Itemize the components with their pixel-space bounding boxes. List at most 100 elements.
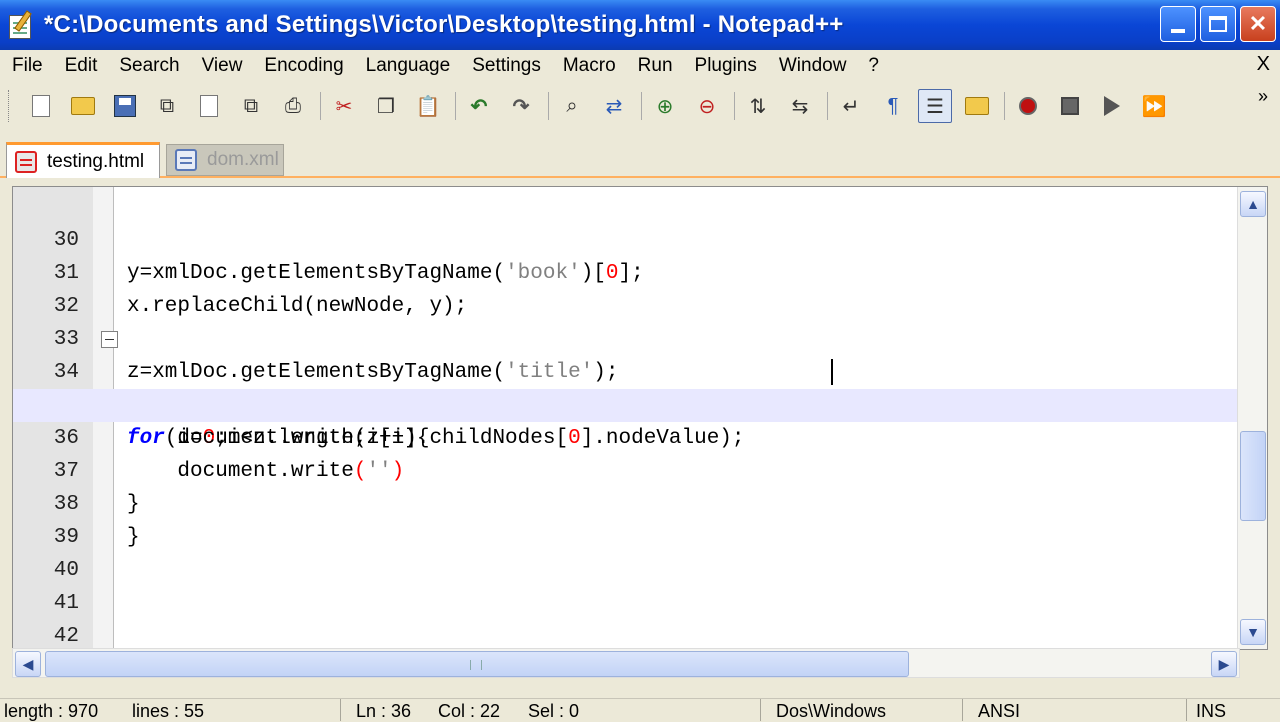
word-wrap-icon: ↵ (842, 95, 860, 118)
scroll-left-button[interactable]: ◀ (15, 651, 41, 677)
code-line[interactable]: 40 (13, 521, 1237, 582)
chevron-up-icon: ▲ (1246, 196, 1260, 212)
show-all-characters-button[interactable]: ¶ (876, 89, 910, 123)
code-line[interactable]: 30 y=xmlDoc.getElementsByTagName('book')… (13, 191, 1237, 285)
code-line[interactable]: 35 document.write(z[i].childNodes[0].nod… (13, 356, 1237, 450)
current-code-line[interactable]: 36 document.write('') (13, 389, 1237, 483)
menu-macro[interactable]: Macro (551, 55, 626, 77)
toolbar-overflow-button[interactable]: » (1258, 86, 1268, 107)
code-line[interactable]: 41 (13, 554, 1237, 615)
title-bar[interactable]: *C:\Documents and Settings\Victor\Deskto… (0, 0, 1280, 50)
record-icon (1019, 97, 1037, 115)
print-icon: ⎙ (285, 94, 301, 117)
code-line[interactable]: 43 (13, 620, 1237, 649)
menu-search[interactable]: Search (107, 55, 189, 77)
sync-horizontal-button[interactable]: ⇆ (783, 89, 817, 123)
toolbar-grip[interactable] (8, 90, 12, 122)
vertical-scrollbar[interactable]: ▲ ▼ (1237, 187, 1267, 649)
horizontal-scrollbar[interactable]: ◀ ▶ (12, 648, 1240, 678)
user-defined-dialog-button[interactable] (960, 89, 994, 123)
close-button[interactable] (192, 89, 226, 123)
tab-dom-xml[interactable]: dom.xml (166, 144, 284, 176)
code-line[interactable]: 39 (13, 488, 1237, 549)
code-line[interactable]: 32 (13, 257, 1237, 318)
indent-guide-icon: ☰ (926, 95, 944, 118)
menu-file[interactable]: File (0, 55, 53, 77)
close-window-button[interactable]: ✕ (1240, 6, 1276, 42)
sync-vertical-icon: ⇅ (749, 95, 767, 118)
menu-help[interactable]: ? (856, 55, 889, 77)
undo-button[interactable]: ↶ (462, 89, 496, 123)
new-file-button[interactable] (24, 89, 58, 123)
minimize-button[interactable] (1160, 6, 1196, 42)
code-editor[interactable]: 30 y=xmlDoc.getElementsByTagName('book')… (12, 186, 1268, 650)
status-line-number: Ln : 36 (356, 701, 412, 721)
menu-language[interactable]: Language (354, 55, 461, 77)
status-column: Col : 22 (438, 701, 501, 721)
notepad-plus-plus-icon[interactable] (6, 10, 36, 40)
minimize-icon (1171, 29, 1185, 33)
print-button[interactable]: ⎙ (276, 89, 310, 123)
user-defined-icon (965, 97, 989, 115)
close-all-button[interactable]: ⧉ (234, 89, 268, 123)
modified-file-icon (15, 150, 37, 173)
replace-icon: ⇄ (605, 95, 623, 118)
save-button[interactable] (108, 89, 142, 123)
sync-vertical-button[interactable]: ⇅ (741, 89, 775, 123)
zoom-out-icon: ⊖ (698, 95, 716, 118)
macro-record-button[interactable] (1011, 89, 1045, 123)
copy-button[interactable]: ❐ (369, 89, 403, 123)
code-line[interactable]: 31 x.replaceChild(newNode, y); (13, 224, 1237, 318)
open-file-button[interactable] (66, 89, 100, 123)
status-length: length : 970 (4, 701, 99, 721)
close-icon: ✕ (1248, 11, 1268, 36)
zoom-in-button[interactable]: ⊕ (648, 89, 682, 123)
tab-label: testing.html (47, 150, 145, 172)
scroll-right-button[interactable]: ▶ (1211, 651, 1237, 677)
code-line[interactable]: 38 } (13, 455, 1237, 549)
indent-guide-button[interactable]: ☰ (918, 89, 952, 123)
paste-button[interactable]: 📋 (411, 89, 445, 123)
save-all-button[interactable]: ⧉ (150, 89, 184, 123)
menu-window[interactable]: Window (767, 55, 857, 77)
status-separator (1186, 699, 1187, 721)
macro-stop-button[interactable] (1053, 89, 1087, 123)
toolbar: ⧉ ⧉ ⎙ ✂ ❐ 📋 ↶ ↷ ⌕ ⇄ ⊕ ⊖ ⇅ ⇆ ↵ ¶ ☰ ⏩ » (0, 84, 1280, 128)
save-all-icon: ⧉ (159, 94, 175, 117)
macro-run-multiple-button[interactable]: ⏩ (1137, 89, 1171, 123)
code-line[interactable]: 42 (13, 587, 1237, 648)
menu-view[interactable]: View (190, 55, 253, 77)
status-separator (340, 699, 341, 721)
cut-icon: ✂ (335, 95, 353, 118)
maximize-button[interactable] (1200, 6, 1236, 42)
menu-bar: File Edit Search View Encoding Language … (0, 50, 1280, 82)
toolbar-separator (641, 92, 642, 120)
macro-play-button[interactable] (1095, 89, 1129, 123)
scroll-up-button[interactable]: ▲ (1240, 191, 1266, 217)
vertical-scroll-thumb[interactable] (1240, 431, 1266, 521)
code-line[interactable]: 37 } (13, 422, 1237, 516)
menu-encoding[interactable]: Encoding (252, 55, 353, 77)
menu-edit[interactable]: Edit (53, 55, 108, 77)
saved-file-icon (175, 149, 197, 171)
close-file-icon (200, 95, 218, 117)
scroll-down-button[interactable]: ▼ (1240, 619, 1266, 645)
close-document-button[interactable]: X (1257, 53, 1270, 76)
fold-toggle[interactable] (101, 331, 118, 348)
tab-bar: testing.html dom.xml (0, 134, 1280, 178)
word-wrap-button[interactable]: ↵ (834, 89, 868, 123)
replace-button[interactable]: ⇄ (597, 89, 631, 123)
horizontal-scroll-thumb[interactable] (45, 651, 909, 677)
menu-plugins[interactable]: Plugins (683, 55, 767, 77)
menu-settings[interactable]: Settings (460, 55, 551, 77)
tab-testing-html[interactable]: testing.html (6, 142, 160, 178)
code-line[interactable]: 34 for(i=0;i<z.length;i++){ (13, 323, 1237, 450)
redo-icon: ↷ (512, 95, 530, 118)
status-selection: Sel : 0 (528, 701, 580, 721)
cut-button[interactable]: ✂ (327, 89, 361, 123)
find-button[interactable]: ⌕ (555, 89, 589, 123)
redo-button[interactable]: ↷ (504, 89, 538, 123)
menu-run[interactable]: Run (626, 55, 683, 77)
code-line[interactable]: 33 z=xmlDoc.getElementsByTagName('title'… (13, 290, 1237, 384)
zoom-out-button[interactable]: ⊖ (690, 89, 724, 123)
